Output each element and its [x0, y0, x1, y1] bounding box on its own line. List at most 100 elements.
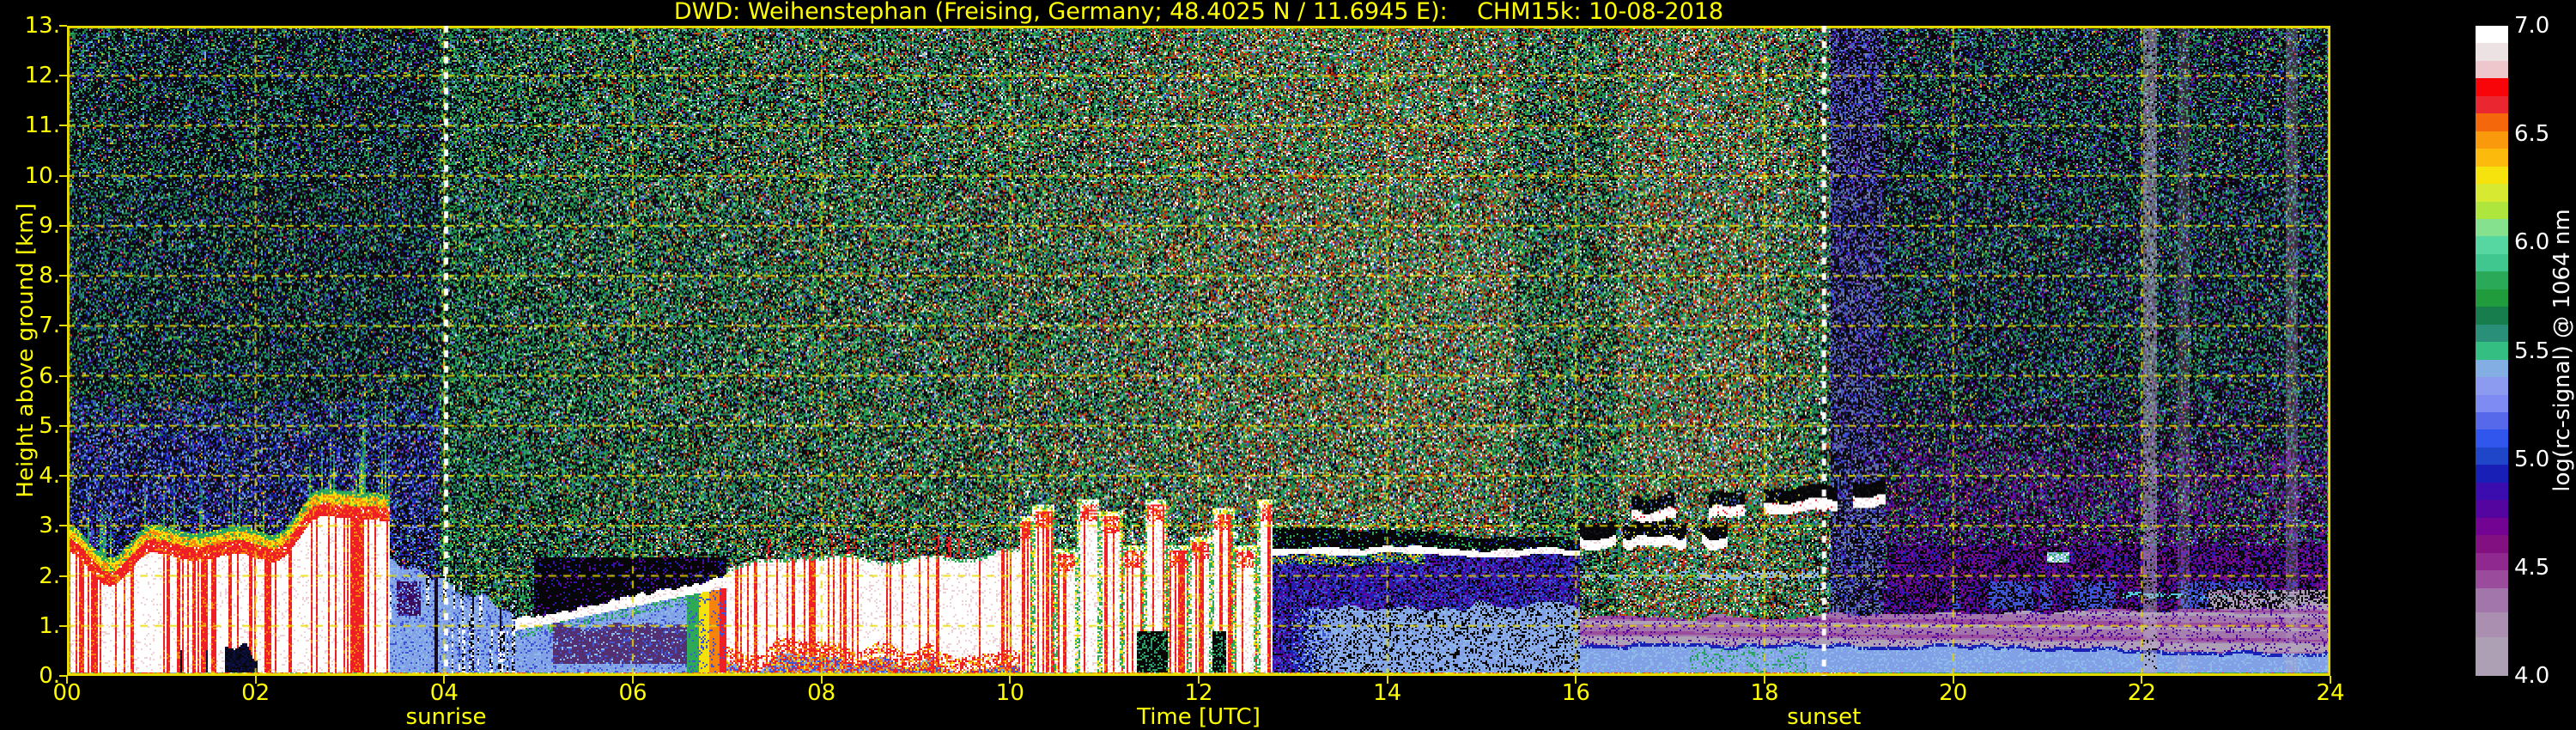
colorbar-segment	[2476, 552, 2508, 571]
tick-mark	[1764, 676, 1765, 684]
y-tick-label: 12.	[24, 63, 60, 89]
tick-mark	[254, 676, 257, 684]
tick-mark	[632, 676, 634, 684]
colorbar-segment	[2476, 342, 2508, 360]
x-tick-label: 14	[1373, 680, 1402, 706]
tick-mark	[59, 25, 67, 27]
colorbar-segment	[2476, 95, 2508, 114]
colorbar-segment	[2476, 289, 2508, 307]
colorbar-segment	[2476, 612, 2508, 637]
colorbar-segment	[2476, 307, 2508, 325]
y-tick-label: 7.	[39, 313, 60, 339]
colorbar-segment	[2476, 465, 2508, 483]
y-tick-label: 5.	[39, 412, 60, 439]
tick-mark	[59, 325, 67, 327]
y-axis-label: Height above ground [km]	[13, 203, 39, 498]
colorbar-tick-label: 5.5	[2514, 338, 2550, 364]
tick-mark	[59, 275, 67, 277]
x-tick-label: 02	[241, 680, 270, 706]
tick-mark	[2141, 676, 2143, 684]
tick-mark	[59, 525, 67, 527]
colorbar-segment	[2476, 113, 2508, 131]
colorbar-segment	[2476, 636, 2508, 676]
grid-overlay-canvas	[67, 26, 2330, 676]
ceilometer-quicklook-figure: { "title": "DWD: Weihenstephan (Freising…	[0, 0, 2576, 730]
colorbar-segment	[2476, 184, 2508, 202]
y-tick-label: 2.	[39, 563, 60, 589]
y-tick-label: 9.	[39, 212, 60, 239]
y-tick-label: 1.	[39, 612, 60, 639]
x-tick-label: 16	[1561, 680, 1590, 706]
colorbar-tick-label: 5.0	[2514, 446, 2550, 472]
colorbar-segment	[2476, 131, 2508, 149]
colorbar-segment	[2476, 253, 2508, 272]
x-tick-label: 12	[1184, 680, 1213, 706]
x-tick-label: 08	[807, 680, 836, 706]
tick-mark	[59, 475, 67, 478]
tick-mark	[59, 575, 67, 577]
colorbar-segment	[2476, 517, 2508, 536]
colorbar-segment	[2476, 535, 2508, 553]
colorbar-segment	[2476, 587, 2508, 613]
tick-mark	[59, 224, 67, 227]
colorbar-label: log(rc-signal) @ 1064 nm	[2549, 209, 2575, 492]
tick-mark	[59, 624, 67, 627]
colorbar-segment	[2476, 394, 2508, 412]
y-tick-label: 13.	[24, 13, 60, 39]
sunrise-label: sunrise	[405, 704, 487, 730]
colorbar-segment	[2476, 500, 2508, 518]
colorbar-tick-label: 4.0	[2514, 663, 2550, 689]
colorbar-segment	[2476, 149, 2508, 167]
colorbar-segment	[2476, 166, 2508, 185]
tick-mark	[59, 424, 67, 427]
tick-mark	[443, 676, 446, 684]
colorbar-segment	[2476, 236, 2508, 254]
x-tick-label: 24	[2316, 680, 2345, 706]
colorbar	[2476, 26, 2508, 676]
x-tick-label: 00	[52, 680, 82, 706]
tick-mark	[1198, 676, 1200, 684]
colorbar-segment	[2476, 324, 2508, 343]
x-tick-label: 10	[995, 680, 1024, 706]
sunset-label: sunset	[1787, 704, 1862, 730]
tick-mark	[2330, 676, 2331, 684]
colorbar-segment	[2476, 271, 2508, 289]
colorbar-segment	[2476, 43, 2508, 61]
colorbar-segment	[2476, 60, 2508, 79]
tick-mark	[59, 174, 67, 177]
y-tick-label: 11.	[24, 113, 60, 139]
y-tick-label: 3.	[39, 513, 60, 539]
y-tick-label: 10.	[24, 162, 60, 189]
colorbar-tick-label: 6.0	[2514, 229, 2550, 256]
colorbar-segment	[2476, 429, 2508, 447]
tick-mark	[66, 676, 68, 684]
colorbar-tick-label: 7.0	[2514, 13, 2550, 39]
colorbar-segment	[2476, 359, 2508, 378]
tick-mark	[59, 75, 67, 77]
tick-mark	[1952, 676, 1954, 684]
tick-mark	[59, 125, 67, 127]
x-tick-label: 18	[1750, 680, 1779, 706]
colorbar-segment	[2476, 411, 2508, 430]
tick-mark	[1386, 676, 1388, 684]
colorbar-segment	[2476, 218, 2508, 237]
colorbar-segment	[2476, 447, 2508, 465]
tick-mark	[59, 374, 67, 377]
tick-mark	[1009, 676, 1012, 684]
x-tick-label: 06	[618, 680, 647, 706]
x-tick-label: 04	[429, 680, 459, 706]
x-tick-label: 22	[2127, 680, 2156, 706]
colorbar-segment	[2476, 78, 2508, 96]
chart-title: DWD: Weihenstephan (Freising, Germany; 4…	[673, 0, 1724, 25]
tick-mark	[820, 676, 823, 684]
colorbar-segment	[2476, 377, 2508, 395]
y-tick-label: 4.	[39, 463, 60, 490]
x-tick-label: 20	[1939, 680, 1968, 706]
colorbar-segment	[2476, 26, 2508, 44]
colorbar-segment	[2476, 570, 2508, 588]
colorbar-segment	[2476, 482, 2508, 501]
y-tick-label: 8.	[39, 263, 60, 289]
colorbar-segment	[2476, 201, 2508, 219]
colorbar-tick-label: 6.5	[2514, 121, 2550, 148]
y-tick-label: 6.	[39, 362, 60, 389]
